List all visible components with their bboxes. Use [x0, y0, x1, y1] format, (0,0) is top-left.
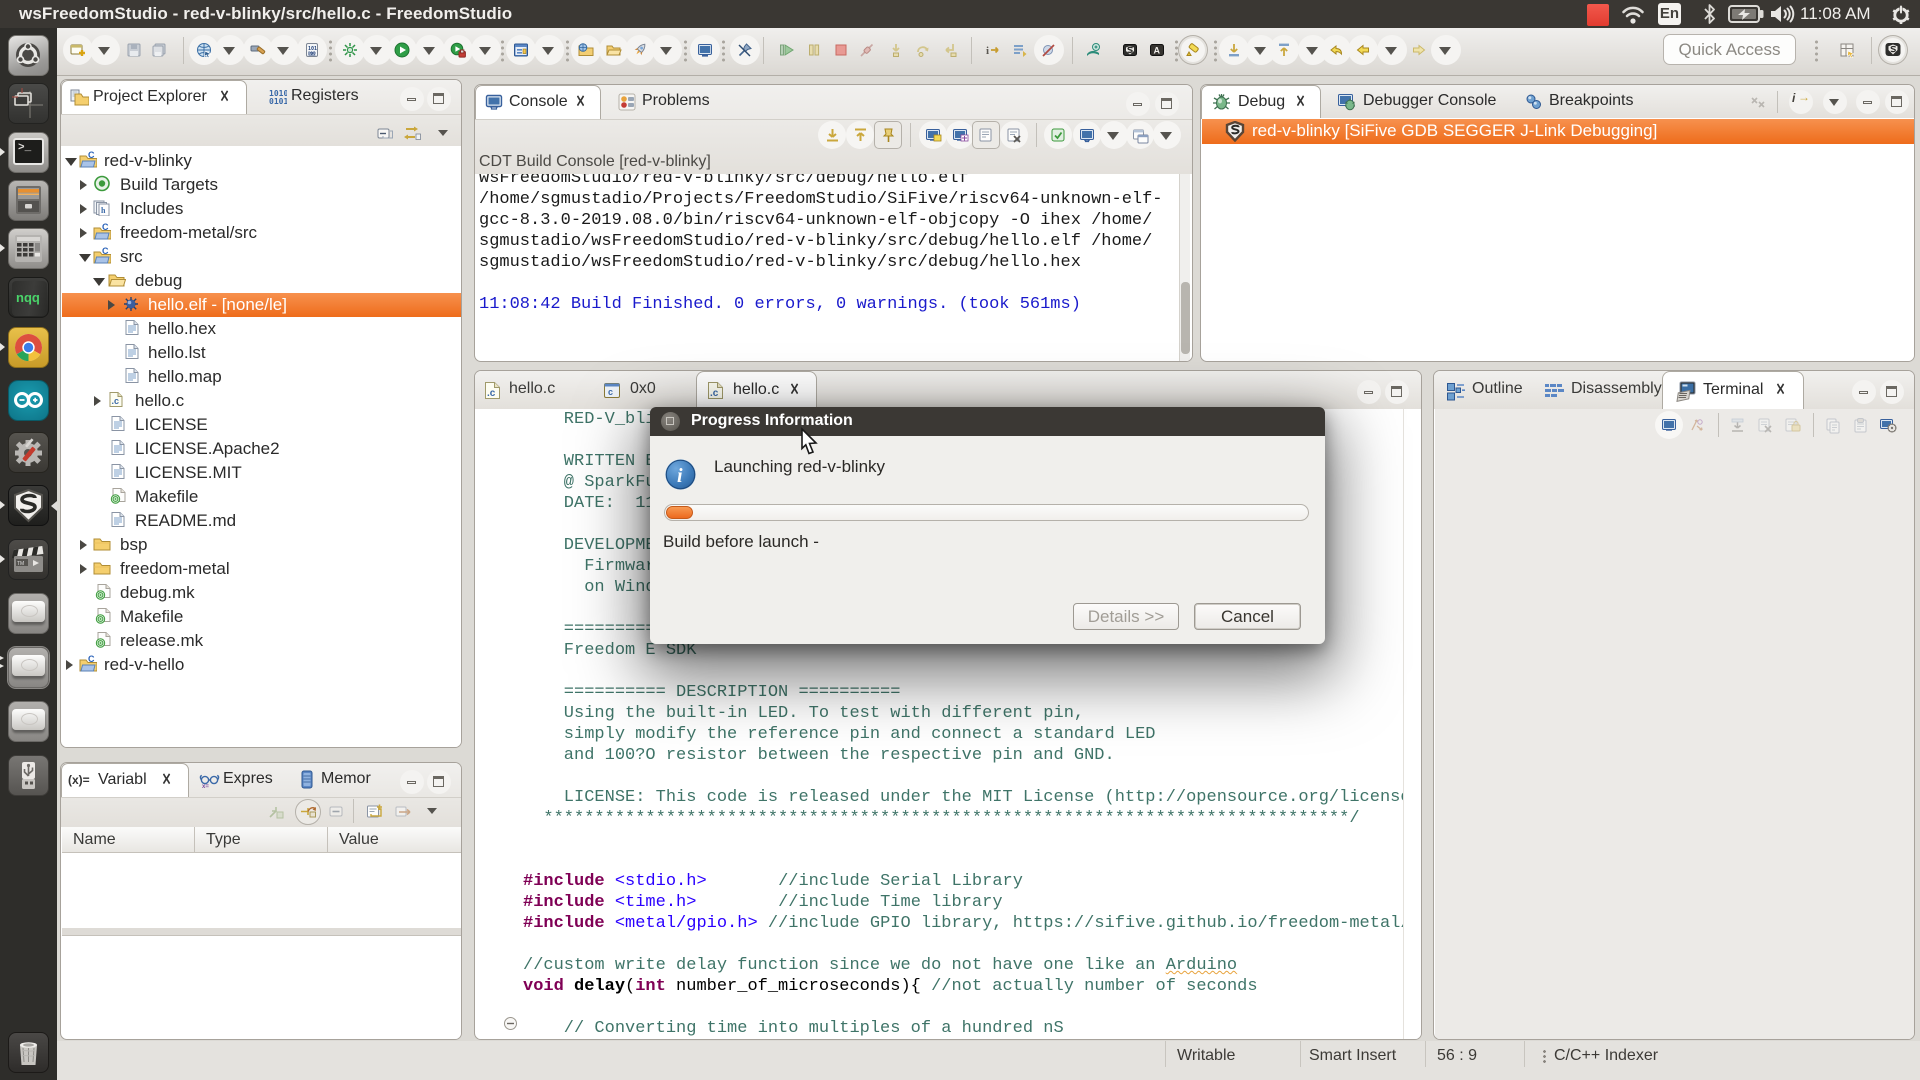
svg-text:.c: .c: [112, 396, 120, 406]
svg-text:i: i: [677, 465, 683, 487]
svg-text:i: i: [986, 45, 989, 57]
svg-text:TM: TM: [17, 561, 24, 567]
svg-text:C: C: [88, 655, 95, 664]
svg-text:.c: .c: [710, 388, 719, 399]
svg-text:A: A: [1154, 46, 1161, 56]
svg-text:010: 010: [309, 51, 317, 57]
svg-text:C: C: [102, 223, 109, 232]
svg-text:h: h: [101, 206, 106, 215]
svg-text:x=: x=: [202, 784, 209, 789]
svg-text:C: C: [88, 151, 95, 160]
svg-text:.c: .c: [487, 388, 496, 399]
svg-text:c: c: [608, 387, 613, 397]
svg-text:0101: 0101: [269, 97, 287, 105]
svg-text:C: C: [102, 247, 109, 256]
